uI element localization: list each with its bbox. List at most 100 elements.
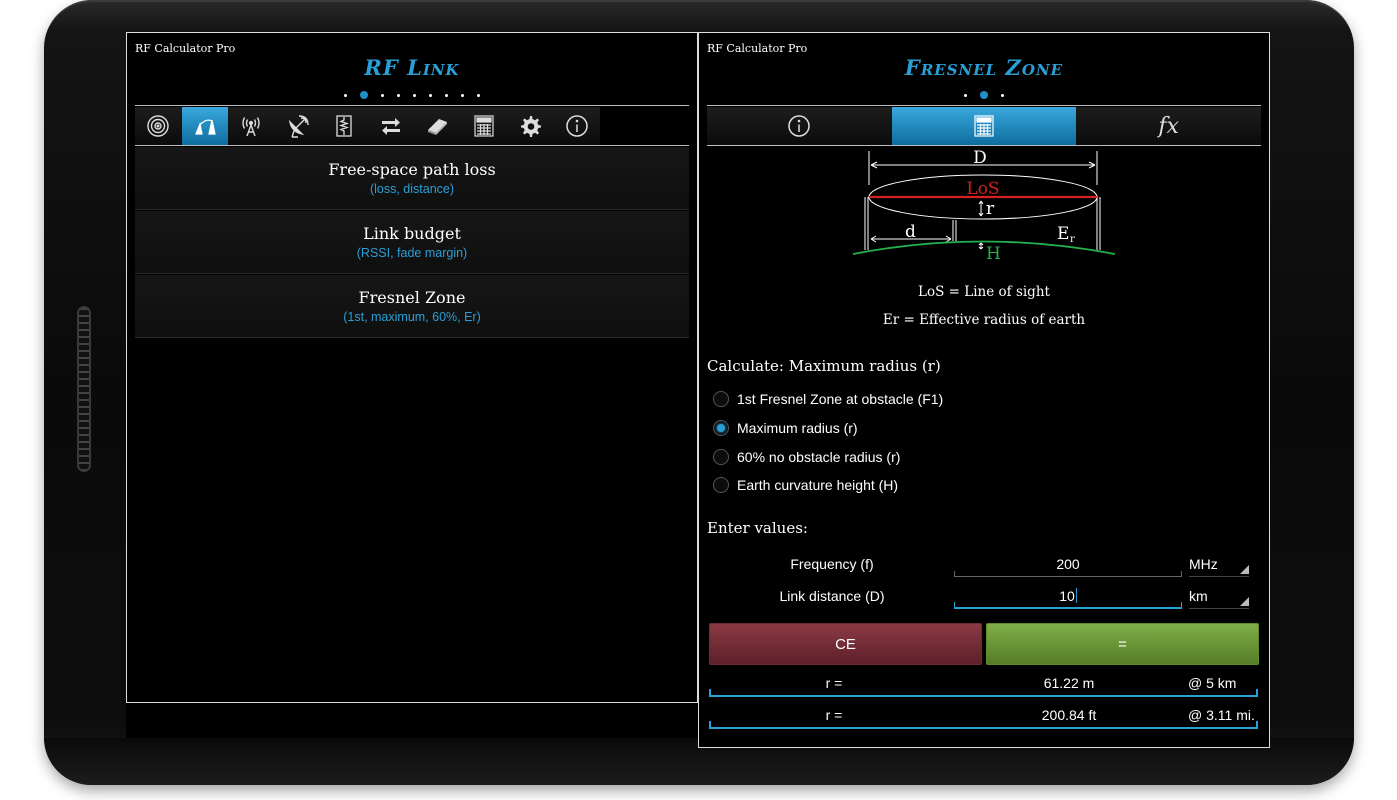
page-dot[interactable] bbox=[381, 93, 384, 97]
menu-item-link-budget[interactable]: Link budget (RSSI, fade margin) bbox=[135, 211, 689, 274]
radio-button-checked[interactable] bbox=[713, 420, 729, 436]
page-dot[interactable] bbox=[477, 93, 480, 97]
caption-er: Er = Effective radius of earth bbox=[882, 312, 1086, 328]
book-icon[interactable] bbox=[414, 107, 461, 145]
page-dot[interactable] bbox=[445, 93, 448, 97]
fresnel-zone-pane: RF Calculator Pro Fresnel Zone fx D LoS … bbox=[698, 32, 1270, 748]
menu-item-subtitle: (1st, maximum, 60%, Er) bbox=[343, 310, 481, 324]
option-label: Maximum radius (r) bbox=[737, 420, 858, 436]
earth-curve bbox=[852, 240, 1116, 255]
divider bbox=[135, 105, 689, 106]
menu-item-subtitle: (RSSI, fade margin) bbox=[356, 246, 468, 260]
field-label: Frequency (f) bbox=[790, 556, 874, 572]
diagram-label-h: H bbox=[986, 244, 1001, 264]
input-value: 10 bbox=[1059, 588, 1075, 604]
fx-icon: fx bbox=[1158, 113, 1179, 139]
option-first-fresnel-zone[interactable]: 1st Fresnel Zone at obstacle (F1) bbox=[713, 387, 943, 411]
diagram-label-d-total: D bbox=[973, 148, 987, 168]
result-row-metric: r = 61.22 m @ 5 km bbox=[709, 673, 1258, 697]
page-dot[interactable] bbox=[397, 93, 400, 97]
page-dot[interactable] bbox=[413, 93, 416, 97]
satellite-dish-icon[interactable] bbox=[274, 107, 321, 145]
enter-values-label: Enter values: bbox=[707, 519, 808, 537]
text-cursor bbox=[1075, 588, 1077, 603]
page-dot-active[interactable] bbox=[980, 91, 988, 99]
result-distance: @ 3.11 mi. bbox=[1188, 707, 1255, 723]
app-title: RF Calculator Pro bbox=[135, 42, 236, 55]
page-dot-active[interactable] bbox=[360, 91, 368, 99]
menu-item-title: Link budget bbox=[363, 224, 461, 243]
screen-title: RF Link bbox=[364, 55, 460, 80]
link-icon[interactable] bbox=[181, 107, 228, 145]
page-indicator bbox=[127, 91, 697, 99]
page-dot[interactable] bbox=[1001, 93, 1004, 97]
calculate-label: Calculate: Maximum radius (r) bbox=[707, 357, 941, 375]
menu-item-title: Fresnel Zone bbox=[358, 288, 466, 307]
unit-label: km bbox=[1189, 588, 1208, 604]
diagram-label-los: LoS bbox=[966, 179, 999, 199]
clear-button[interactable]: CE bbox=[709, 623, 982, 665]
unit-label: MHz bbox=[1189, 556, 1218, 572]
option-60-percent-radius[interactable]: 60% no obstacle radius (r) bbox=[713, 445, 900, 469]
rf-link-pane: RF Calculator Pro RF Link Free-space pat… bbox=[126, 32, 698, 703]
dropdown-arrow-icon bbox=[1240, 565, 1249, 574]
link-distance-row: Link distance (D) 10 km bbox=[707, 583, 1261, 611]
page-dot[interactable] bbox=[964, 93, 967, 97]
broadcast-icon[interactable] bbox=[228, 107, 275, 145]
radio-button[interactable] bbox=[713, 391, 729, 407]
dropdown-arrow-icon bbox=[1240, 597, 1249, 606]
result-label: r = bbox=[825, 707, 843, 723]
fresnel-diagram: D LoS r d E r H bbox=[852, 148, 1116, 264]
field-label: Link distance (D) bbox=[779, 588, 885, 604]
page-dot[interactable] bbox=[429, 93, 432, 97]
frequency-input[interactable]: 200 bbox=[954, 551, 1182, 577]
category-toolbar bbox=[135, 107, 600, 145]
result-value: 61.22 m bbox=[1043, 675, 1095, 691]
result-value: 200.84 ft bbox=[1041, 707, 1097, 723]
radio-button[interactable] bbox=[713, 449, 729, 465]
tab-info[interactable] bbox=[707, 107, 892, 145]
diagram-label-er-subscript: r bbox=[1070, 234, 1075, 245]
caption-los: LoS = Line of sight bbox=[918, 284, 1050, 300]
result-label: r = bbox=[825, 675, 843, 691]
diagram-label-d: d bbox=[905, 222, 916, 242]
calculator-icon bbox=[974, 115, 994, 137]
page-indicator bbox=[699, 91, 1269, 99]
antenna-icon[interactable] bbox=[135, 107, 182, 145]
menu-item-free-space-path-loss[interactable]: Free-space path loss (loss, distance) bbox=[135, 147, 689, 210]
transfer-icon[interactable] bbox=[367, 107, 414, 145]
result-row-imperial: r = 200.84 ft @ 3.11 mi. bbox=[709, 705, 1258, 729]
tab-formulas[interactable]: fx bbox=[1076, 107, 1262, 145]
option-label: 60% no obstacle radius (r) bbox=[737, 449, 901, 465]
link-distance-input[interactable]: 10 bbox=[954, 583, 1182, 609]
info-icon[interactable] bbox=[553, 107, 600, 145]
radio-button[interactable] bbox=[713, 477, 729, 493]
tab-calculator[interactable] bbox=[891, 107, 1077, 145]
screen-title: Fresnel Zone bbox=[904, 55, 1064, 80]
option-earth-curvature[interactable]: Earth curvature height (H) bbox=[713, 473, 898, 497]
option-label: Earth curvature height (H) bbox=[737, 477, 899, 493]
divider bbox=[707, 145, 1261, 146]
calculator-icon[interactable] bbox=[460, 107, 507, 145]
speaker-grille bbox=[77, 306, 91, 472]
info-icon bbox=[788, 115, 811, 137]
frequency-row: Frequency (f) 200 MHz bbox=[707, 551, 1261, 579]
page-dot[interactable] bbox=[461, 93, 464, 97]
option-maximum-radius[interactable]: Maximum radius (r) bbox=[713, 416, 858, 440]
diagram-label-er: E bbox=[1057, 224, 1069, 244]
distance-unit-select[interactable]: km bbox=[1189, 583, 1249, 609]
resistor-icon[interactable] bbox=[321, 107, 368, 145]
frequency-unit-select[interactable]: MHz bbox=[1189, 551, 1249, 577]
divider bbox=[135, 145, 689, 146]
divider bbox=[707, 105, 1261, 106]
option-label: 1st Fresnel Zone at obstacle (F1) bbox=[737, 391, 944, 407]
result-distance: @ 5 km bbox=[1188, 675, 1237, 691]
gear-icon[interactable] bbox=[507, 107, 554, 145]
calculate-button[interactable]: = bbox=[986, 623, 1259, 665]
tab-bar: fx bbox=[707, 107, 1262, 145]
diagram-label-r: r bbox=[986, 199, 995, 219]
menu-item-title: Free-space path loss bbox=[328, 160, 496, 179]
app-title: RF Calculator Pro bbox=[707, 42, 808, 55]
menu-item-fresnel-zone[interactable]: Fresnel Zone (1st, maximum, 60%, Er) bbox=[135, 275, 689, 338]
page-dot[interactable] bbox=[344, 93, 347, 97]
